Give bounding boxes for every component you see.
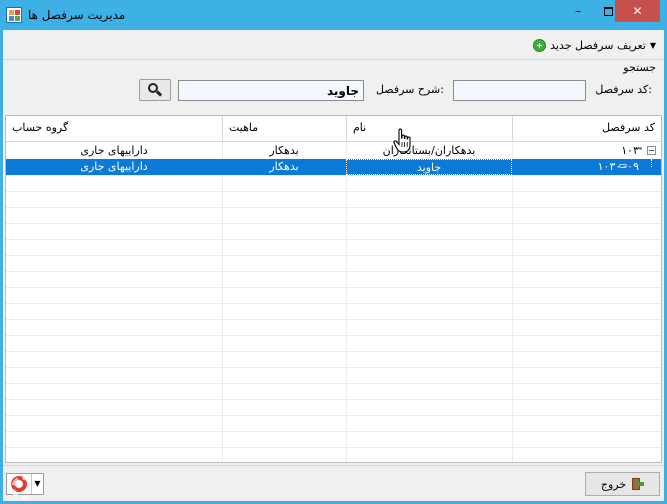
minimize-button[interactable]: –	[563, 0, 593, 22]
code-search-input[interactable]	[453, 80, 586, 101]
cell-account-group: داراییهای جاری	[80, 160, 148, 173]
help-dropdown[interactable]: ▼	[6, 473, 44, 500]
search-icon	[148, 83, 163, 97]
code-label: کد سرفصل:	[595, 83, 652, 96]
cell-nature: بدهکار	[269, 144, 299, 157]
exit-label: خروج	[600, 477, 627, 491]
column-header-name[interactable]: نام	[346, 116, 512, 142]
grid-header: گروه حساب ماهیت نام کد سرفصل	[6, 116, 661, 142]
lifebuoy-icon	[11, 476, 35, 500]
cell-account-group: داراییهای جاری	[80, 144, 148, 157]
client-area: تعریف سرفصل جدید ▼ جستجو کد سرفصل: شرح س…	[3, 30, 664, 501]
tree-connector	[651, 159, 652, 167]
description-search-input[interactable]	[178, 80, 364, 101]
tree-leaf-icon	[619, 164, 627, 168]
app-icon[interactable]	[6, 7, 22, 23]
exit-icon	[632, 478, 645, 490]
table-row-selected[interactable]: داراییهای جاری بدهکار جاوید ۱۰۳۰۰۰۹	[6, 159, 661, 175]
window-title: مدیریت سرفصل ها	[28, 8, 126, 22]
chevron-down-icon[interactable]: ▼	[31, 474, 43, 494]
cell-name: جاوید	[346, 159, 512, 175]
plus-circle-icon	[533, 38, 547, 52]
cell-code: ۱۰۳۰۰۰۹	[597, 160, 639, 173]
close-button[interactable]: ✕	[615, 0, 660, 22]
grid-lines	[6, 143, 661, 462]
app-window: مدیریت سرفصل ها – ✕ تعریف سرفصل جدید ▼ ج…	[0, 0, 667, 504]
cell-code: ۱۰۳	[621, 144, 639, 157]
tree-node-icon	[639, 147, 642, 150]
chevron-down-icon: ▼	[649, 40, 656, 50]
tree-collapse-icon[interactable]	[647, 146, 656, 155]
exit-button[interactable]: خروج	[585, 472, 660, 496]
cell-nature: بدهکار	[269, 160, 299, 173]
search-button[interactable]	[139, 79, 171, 101]
cell-name: بدهکاران/بستانکاران	[382, 144, 476, 157]
search-group-title: جستجو	[623, 61, 656, 74]
table-row[interactable]: داراییهای جاری بدهکار بدهکاران/بستانکارا…	[6, 143, 661, 159]
new-heading-label: تعریف سرفصل جدید	[550, 38, 646, 52]
hand-cursor-icon	[393, 128, 411, 153]
headings-grid[interactable]: گروه حساب ماهیت نام کد سرفصل داراییهای ج…	[5, 115, 662, 463]
column-header-code[interactable]: کد سرفصل	[512, 116, 661, 142]
column-header-account-group[interactable]: گروه حساب	[6, 116, 222, 142]
title-bar[interactable]: مدیریت سرفصل ها – ✕	[0, 0, 667, 30]
column-header-nature[interactable]: ماهیت	[222, 116, 346, 142]
footer-bar: ▼ خروج	[3, 465, 664, 501]
toolbar: تعریف سرفصل جدید ▼	[3, 30, 664, 59]
description-label: شرح سرفصل:	[375, 83, 444, 96]
maximize-icon	[603, 7, 613, 16]
new-heading-dropdown-button[interactable]: تعریف سرفصل جدید ▼	[533, 36, 656, 54]
